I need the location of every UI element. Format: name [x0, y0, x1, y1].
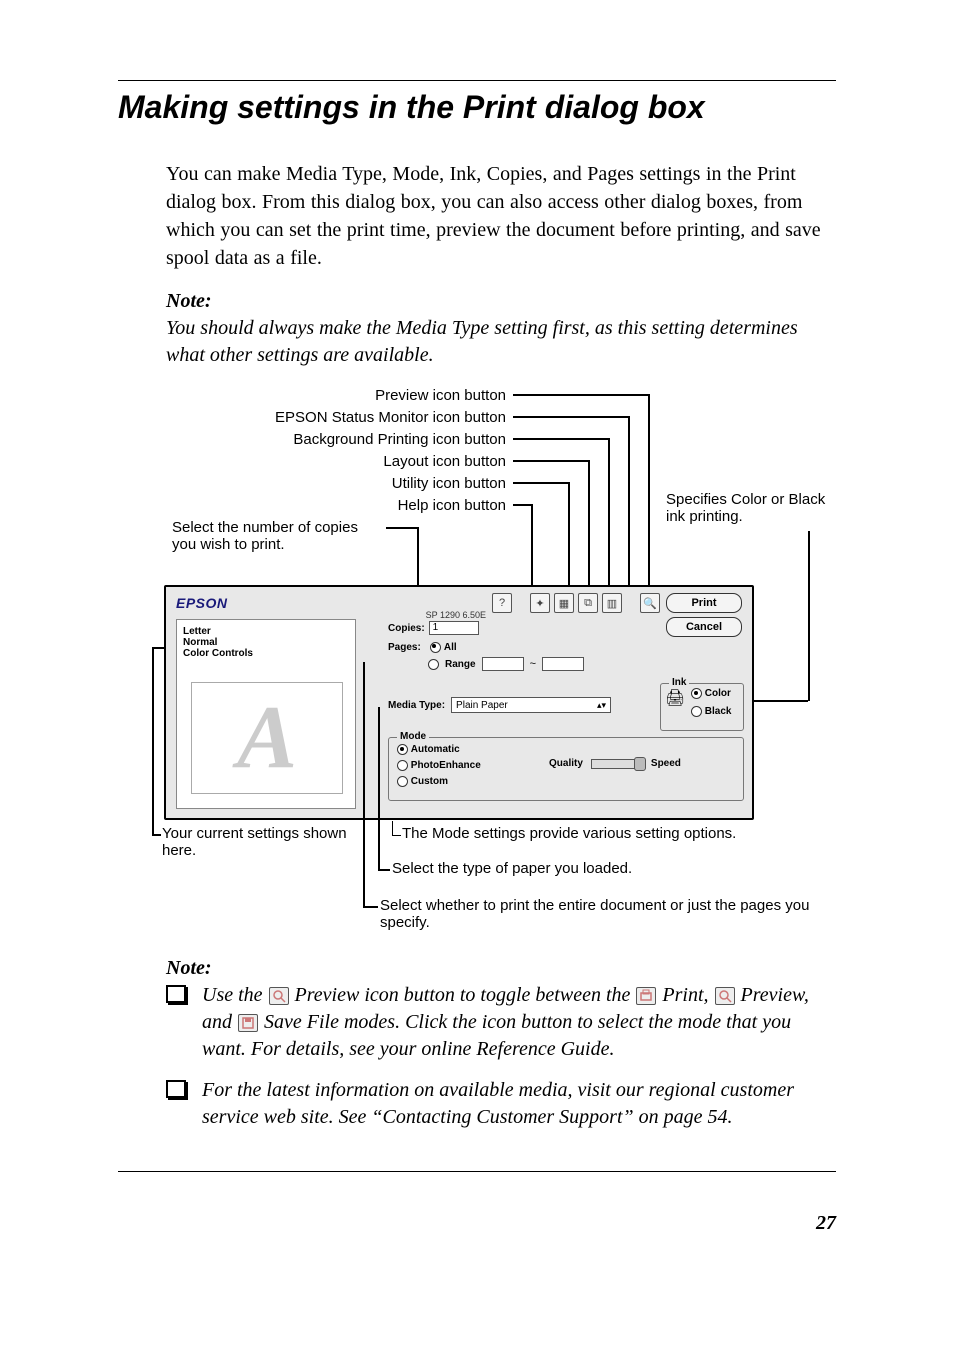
page-title: Making settings in the Print dialog box	[118, 89, 836, 126]
bullet-icon	[166, 1080, 186, 1098]
note1-body: You should always make the Media Type se…	[166, 315, 836, 369]
note2-item2: For the latest information on available …	[166, 1077, 836, 1131]
callout-utility: Utility icon button	[392, 475, 506, 492]
mode-photo-radio[interactable]	[397, 760, 408, 771]
note2-text: For the latest information on available …	[202, 1079, 794, 1128]
pages-all-radio[interactable]	[430, 642, 441, 653]
mode-auto-label: Automatic	[411, 744, 460, 755]
bullet-icon	[166, 985, 186, 1003]
mode-custom-label: Custom	[411, 776, 448, 787]
media-type-select[interactable]: Plain Paper ▴▾	[451, 697, 611, 713]
setting-line: Normal	[183, 637, 349, 648]
print-dialog-diagram: Preview icon button EPSON Status Monitor…	[118, 387, 836, 957]
page-number: 27	[118, 1212, 836, 1235]
pages-all-label: All	[444, 642, 457, 653]
pages-range-label: Range	[445, 659, 476, 670]
save-file-mode-icon	[238, 1014, 258, 1032]
print-button[interactable]: Print	[666, 593, 742, 613]
range-to-input[interactable]	[542, 657, 584, 671]
note2-text: Print,	[657, 984, 713, 1006]
preview-mode-icon2	[715, 987, 735, 1005]
status-monitor-icon[interactable]: ▥	[602, 593, 622, 613]
speed-label: Speed	[651, 758, 681, 769]
print-mode-icon	[636, 987, 656, 1005]
callout-pages: Select whether to print the entire docum…	[380, 897, 820, 931]
ink-fieldset: Ink 🖨 Color Black	[660, 683, 744, 731]
callout-status: EPSON Status Monitor icon button	[275, 409, 506, 426]
help-icon[interactable]: ?	[492, 593, 512, 613]
setting-line: Letter	[183, 626, 349, 637]
cancel-button[interactable]: Cancel	[666, 617, 742, 637]
quality-label: Quality	[549, 758, 583, 769]
callout-current-settings: Your current settings shown here.	[162, 825, 352, 859]
note2-head: Note:	[166, 957, 836, 980]
media-type-value: Plain Paper	[456, 700, 508, 711]
callout-bg: Background Printing icon button	[293, 431, 506, 448]
pages-label: Pages:	[388, 642, 421, 653]
range-from-input[interactable]	[482, 657, 524, 671]
preview-letter-a: A	[191, 682, 343, 794]
mode-legend: Mode	[397, 731, 429, 742]
note2-text: Use the	[202, 984, 268, 1006]
callout-copies: Select the number of copies you wish to …	[172, 519, 382, 553]
callout-help: Help icon button	[398, 497, 506, 514]
utility-icon[interactable]: ✦	[530, 593, 550, 613]
copies-input[interactable]: 1	[429, 621, 479, 635]
ink-color-label: Color	[705, 688, 731, 699]
preview-icon[interactable]: 🔍	[640, 593, 660, 613]
quality-speed-slider[interactable]	[591, 759, 643, 769]
note2-text: Save File modes. Click the icon button t…	[202, 1011, 791, 1060]
callout-media: Select the type of paper you loaded.	[392, 860, 822, 877]
ink-black-radio[interactable]	[691, 706, 702, 717]
callout-preview: Preview icon button	[375, 387, 506, 404]
copies-label: Copies:	[388, 623, 425, 634]
print-dialog: EPSON SP 1290 6.50E ? ✦ ▦ ⧉ ▥ 🔍 Print Ca…	[164, 585, 754, 820]
mode-auto-radio[interactable]	[397, 744, 408, 755]
setting-line: Color Controls	[183, 648, 349, 659]
callout-ink: Specifies Color or Black ink printing.	[666, 491, 836, 525]
layout-icon[interactable]: ▦	[554, 593, 574, 613]
brand-logo: EPSON	[176, 595, 228, 611]
mode-fieldset: Mode Automatic PhotoEnhance Custom Quali…	[388, 737, 744, 801]
media-type-label: Media Type:	[388, 700, 445, 711]
pages-range-radio[interactable]	[428, 659, 439, 670]
callout-layout: Layout icon button	[383, 453, 506, 470]
preview-mode-icon	[269, 987, 289, 1005]
callout-mode: The Mode settings provide various settin…	[402, 825, 832, 842]
ink-legend: Ink	[669, 677, 689, 688]
ink-color-radio[interactable]	[691, 688, 702, 699]
note2-text: Preview icon button to toggle between th…	[290, 984, 636, 1006]
ink-black-label: Black	[705, 706, 732, 717]
bg-print-icon[interactable]: ⧉	[578, 593, 598, 613]
note1-head: Note:	[166, 290, 836, 313]
version-text: SP 1290 6.50E	[426, 610, 486, 620]
intro-paragraph: You can make Media Type, Mode, Ink, Copi…	[166, 160, 836, 272]
mode-custom-radio[interactable]	[397, 776, 408, 787]
mode-photo-label: PhotoEnhance	[411, 760, 481, 771]
current-settings-panel: Letter Normal Color Controls A	[176, 619, 356, 809]
ink-icon: 🖨	[665, 688, 685, 708]
range-sep: ~	[530, 658, 536, 670]
note2-item1: Use the Preview icon button to toggle be…	[166, 982, 836, 1063]
